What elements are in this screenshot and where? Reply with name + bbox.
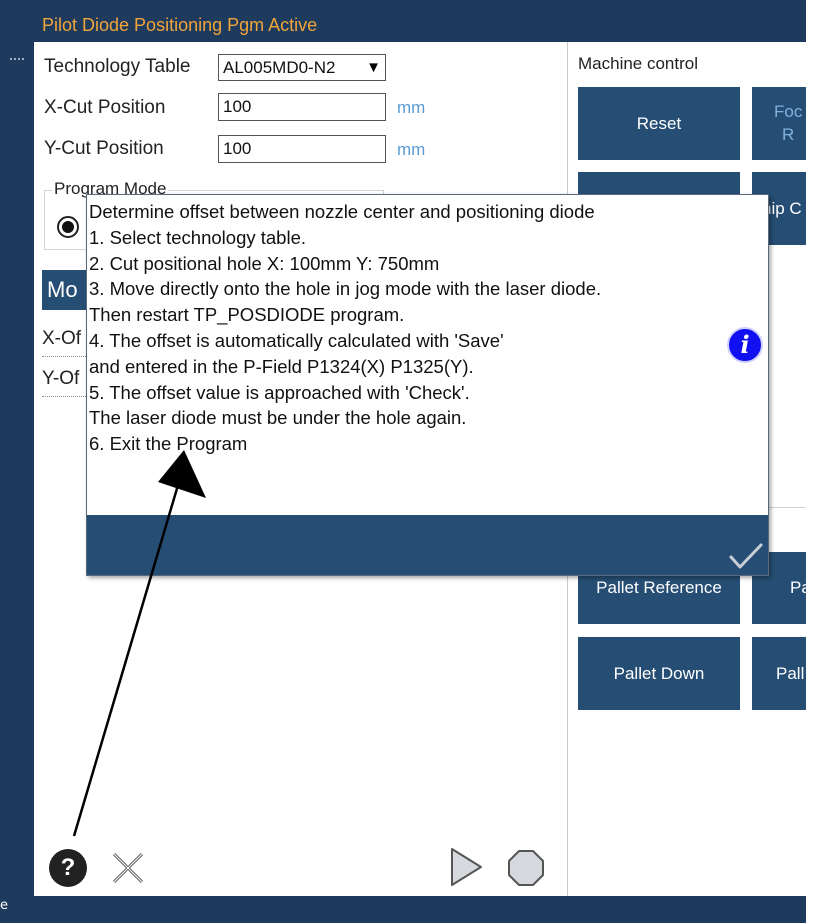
- x-offset-label: X-Of: [42, 328, 82, 349]
- info-icon: i: [727, 327, 763, 363]
- x-cut-label: X-Cut Position: [44, 97, 166, 118]
- edge-text: e: [0, 898, 8, 913]
- left-edge-strip: e: [0, 0, 24, 923]
- dialog-instructions: Determine offset between nozzle center a…: [89, 201, 602, 455]
- dotted-separator: [10, 58, 24, 60]
- pallet-up-button[interactable]: Pall: [752, 637, 806, 710]
- technology-table-label: Technology Table: [44, 56, 191, 77]
- y-offset-label: Y-Of: [42, 368, 80, 389]
- close-icon[interactable]: [108, 848, 148, 888]
- x-cut-unit: mm: [397, 98, 426, 117]
- focus-button[interactable]: Foc R: [752, 87, 806, 160]
- technology-table-value: AL005MD0-N2: [223, 58, 336, 77]
- machine-control-label: Machine control: [578, 54, 699, 73]
- checkmark-icon[interactable]: [728, 541, 764, 571]
- play-icon[interactable]: [448, 846, 484, 888]
- y-cut-input[interactable]: 100: [218, 135, 386, 163]
- dialog-footer: [87, 515, 768, 575]
- x-cut-input[interactable]: 100: [218, 93, 386, 121]
- dropdown-arrow-icon[interactable]: ▼: [364, 55, 381, 80]
- technology-table-select[interactable]: AL005MD0-N2 ▼: [218, 54, 386, 81]
- y-cut-unit: mm: [397, 140, 426, 159]
- question-icon[interactable]: ?: [49, 849, 87, 887]
- pallet-down-button[interactable]: Pallet Down: [578, 637, 740, 710]
- help-dialog: Determine offset between nozzle center a…: [86, 194, 769, 576]
- y-cut-label: Y-Cut Position: [44, 138, 164, 159]
- window-title: Pilot Diode Positioning Pgm Active: [34, 8, 806, 42]
- bottom-frame: [34, 896, 806, 923]
- stop-icon[interactable]: [506, 848, 546, 888]
- reset-button[interactable]: Reset: [578, 87, 740, 160]
- program-mode-radio[interactable]: [57, 216, 79, 238]
